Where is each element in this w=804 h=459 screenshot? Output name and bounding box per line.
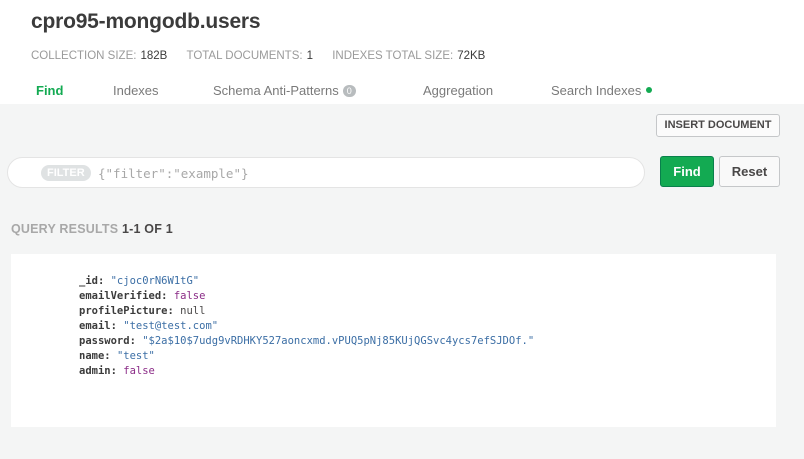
field-row-name: name: "test": [79, 349, 534, 364]
field-key: password:: [79, 335, 143, 347]
field-row-profile-picture: profilePicture: null: [79, 304, 534, 319]
field-key: email:: [79, 320, 124, 332]
tab-find[interactable]: Find: [36, 83, 63, 98]
field-value: "$2a$10$7udg9vRDHKY527aoncxmd.vPUQ5pNj85…: [142, 335, 535, 347]
document-card[interactable]: _id: "cjoc0rN6W1tG" emailVerified: false…: [11, 254, 776, 427]
tab-search-label: Search Indexes: [551, 83, 642, 98]
query-results-title: QUERY RESULTS: [11, 222, 119, 236]
find-button[interactable]: Find: [660, 156, 714, 187]
filter-label: FILTER: [41, 165, 91, 181]
field-value: null: [180, 305, 206, 317]
field-value: false: [173, 290, 206, 302]
document-fields: _id: "cjoc0rN6W1tG" emailVerified: false…: [79, 274, 534, 379]
field-row-email-verified: emailVerified: false: [79, 289, 534, 304]
stat-value: 182B: [140, 50, 168, 62]
tab-search-indexes[interactable]: Search Indexes: [551, 83, 653, 98]
collection-header: cpro95-mongodb.users COLLECTION SIZE: 182…: [0, 0, 804, 104]
filter-input[interactable]: [98, 163, 628, 183]
reset-button[interactable]: Reset: [719, 156, 780, 187]
collection-tabs: Find Indexes Schema Anti-Patterns 0 Aggre…: [0, 80, 804, 104]
field-key: _id:: [79, 275, 111, 287]
schema-count-badge: 0: [342, 85, 356, 97]
stat-label: INDEXES TOTAL SIZE:: [332, 50, 454, 62]
field-key: admin:: [79, 365, 124, 377]
field-value: "test@test.com": [123, 320, 219, 332]
field-key: profilePicture:: [79, 305, 181, 317]
stat-value: 1: [306, 50, 313, 62]
stat-value: 72KB: [457, 50, 486, 62]
filter-bar: FILTER: [7, 157, 645, 188]
insert-document-button[interactable]: INSERT DOCUMENT: [656, 114, 780, 137]
tab-schema-label: Schema Anti-Patterns: [213, 83, 339, 98]
collection-stats: COLLECTION SIZE: 182B TOTAL DOCUMENTS: 1 I…: [31, 50, 501, 62]
tab-aggregation[interactable]: Aggregation: [423, 83, 493, 98]
tab-schema-anti-patterns[interactable]: Schema Anti-Patterns 0: [213, 83, 356, 98]
field-value: "cjoc0rN6W1tG": [110, 275, 200, 287]
field-key: name:: [79, 350, 117, 362]
total-documents-stat: TOTAL DOCUMENTS: 1: [187, 50, 313, 62]
stat-label: TOTAL DOCUMENTS:: [186, 50, 303, 62]
find-view: INSERT DOCUMENT FILTER Find Reset QUERY …: [0, 104, 804, 459]
query-results-label: QUERY RESULTS 1-1 OF 1: [11, 222, 173, 236]
field-row-email: email: "test@test.com": [79, 319, 534, 334]
field-value: false: [123, 365, 155, 377]
query-results-count: 1-1 OF 1: [121, 222, 173, 236]
indexes-total-size-stat: INDEXES TOTAL SIZE: 72KB: [332, 50, 485, 62]
collection-title: cpro95-mongodb.users: [31, 10, 261, 33]
status-dot-icon: [646, 87, 653, 93]
field-row-id: _id: "cjoc0rN6W1tG": [79, 274, 534, 289]
stat-label: COLLECTION SIZE:: [31, 50, 137, 62]
field-row-password: password: "$2a$10$7udg9vRDHKY527aoncxmd.…: [79, 334, 534, 349]
field-key: emailVerified:: [79, 290, 174, 302]
field-row-admin: admin: false: [79, 364, 534, 379]
field-value: "test": [116, 350, 155, 362]
collection-size-stat: COLLECTION SIZE: 182B: [31, 50, 167, 62]
tab-indexes[interactable]: Indexes: [113, 83, 159, 98]
